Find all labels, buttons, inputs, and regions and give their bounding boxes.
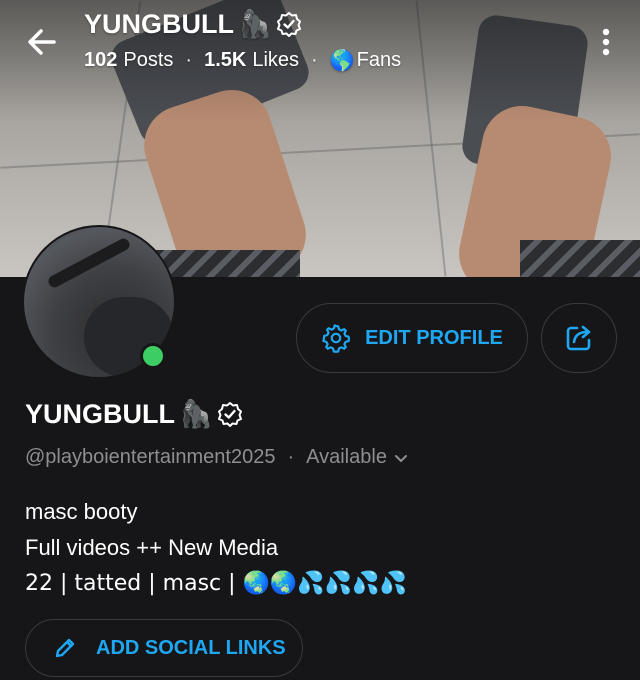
likes-count: 1.5K: [204, 48, 247, 71]
availability-status: Available: [306, 446, 387, 468]
gorilla-emoji: 🦍: [238, 9, 272, 40]
username-handle: @playboientertainment2025: [25, 446, 276, 468]
posts-label: Posts: [123, 48, 174, 71]
posts-count: 102: [84, 48, 118, 71]
more-vertical-icon: [602, 28, 610, 56]
availability-dropdown[interactable]: Available: [306, 446, 409, 469]
handle-row: @playboientertainment2025 · Available: [25, 446, 409, 469]
header-name: YUNGBULL: [84, 8, 234, 39]
add-social-links-button[interactable]: ADD SOCIAL LINKS: [25, 619, 303, 677]
stats-separator: ·: [185, 48, 193, 71]
profile-name: YUNGBULL 🦍: [25, 398, 243, 430]
verified-badge-icon: [276, 12, 301, 37]
stats-separator: ·: [311, 48, 318, 71]
top-bar: YUNGBULL 🦍 102 Posts · 1.5K Likes · 🌎 Fa…: [0, 0, 640, 90]
share-button[interactable]: [541, 303, 617, 373]
verified-badge-icon: [217, 402, 242, 427]
gear-icon: [322, 324, 351, 353]
bio-line: masc booty: [25, 499, 138, 524]
bio-line: 22 | tatted | masc | 🌏🌏💦💦💦💦: [25, 571, 407, 596]
handle-separator: ·: [287, 446, 295, 468]
arrow-left-icon: [28, 29, 56, 55]
edit-profile-button[interactable]: EDIT PROFILE: [296, 303, 528, 373]
bio-line: Full videos ++ New Media: [25, 535, 279, 560]
online-status-indicator: [140, 343, 166, 369]
globe-emoji: 🌎: [329, 48, 355, 72]
chevron-down-icon: [394, 454, 407, 462]
header-stats: 102 Posts · 1.5K Likes · 🌎 Fans: [84, 48, 401, 72]
add-social-links-label: ADD SOCIAL LINKS: [96, 636, 286, 659]
profile-bio: masc booty Full videos ++ New Media 22 |…: [25, 494, 407, 602]
header-title: YUNGBULL 🦍: [84, 8, 302, 40]
share-icon: [566, 325, 591, 351]
pencil-icon: [55, 638, 75, 658]
more-options-button[interactable]: [588, 22, 624, 62]
edit-profile-label: EDIT PROFILE: [365, 326, 503, 349]
display-name: YUNGBULL: [25, 398, 175, 429]
fans-label: Fans: [356, 48, 402, 71]
back-button[interactable]: [22, 22, 62, 62]
gorilla-emoji: 🦍: [179, 399, 213, 430]
likes-label: Likes: [252, 48, 300, 71]
